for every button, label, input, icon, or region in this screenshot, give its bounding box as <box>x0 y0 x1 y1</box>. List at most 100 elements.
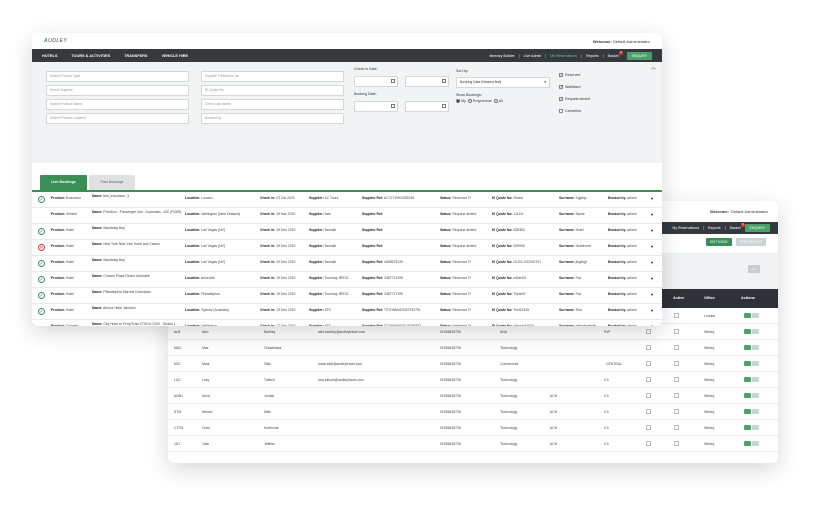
check-in-to-input[interactable] <box>405 76 449 87</box>
table-row[interactable]: MAC Max Chkalmada 01993838705 Technology Witn… <box>168 340 778 356</box>
table-row[interactable]: ALB Alex Barkley alex.barkley@audleytravel.… <box>168 324 778 340</box>
nav-item[interactable]: HOTELS <box>42 54 57 58</box>
edit-icon[interactable] <box>744 393 751 398</box>
row-checkbox[interactable] <box>646 377 651 382</box>
expand-row-icon[interactable]: ▼ <box>650 212 654 217</box>
nav-reports[interactable]: Reports <box>704 226 726 230</box>
radio-my[interactable] <box>456 99 460 104</box>
row-checkbox[interactable] <box>646 409 651 414</box>
booking-row[interactable]: ✓ Product: Hotel Name: Amora Hotel Jamison… <box>32 304 662 320</box>
nav-itinerary-builder[interactable]: Itinerary Builder <box>485 53 520 58</box>
edit-icon[interactable] <box>744 441 751 446</box>
active-checkbox[interactable] <box>674 361 679 366</box>
expand-row-icon[interactable]: ▼ <box>650 244 654 249</box>
product-location-select[interactable]: Select Product Location <box>46 113 189 124</box>
expand-row-icon[interactable]: ▼ <box>650 260 654 265</box>
edit-icon[interactable] <box>744 361 751 366</box>
check-in-from-input[interactable] <box>354 76 398 87</box>
supplier-ref-input[interactable]: Supplier Reference No <box>201 71 344 82</box>
collapse-up-icon[interactable]: ︽ <box>651 64 656 71</box>
audley-logo[interactable]: AUDLEY <box>44 38 67 44</box>
active-checkbox[interactable] <box>674 409 679 414</box>
quote-no-input[interactable]: EI Quote No <box>201 85 344 96</box>
refresh-icon[interactable]: ⟳ <box>468 323 471 326</box>
row-checkbox[interactable] <box>646 393 651 398</box>
booking-row[interactable]: Product: Vehicle Name: Premium - Passenge… <box>32 208 662 224</box>
table-row[interactable]: CTSN Chris Northcote 01993838705 Technology A… <box>168 420 778 436</box>
nav-item[interactable]: VEHICLE HIRE <box>161 54 188 58</box>
booking-to-input[interactable] <box>405 101 449 112</box>
table-row[interactable]: MZI Mark Zikki mark.zikki@audleytravel.com 0… <box>168 356 778 372</box>
refresh-icon[interactable]: ⟳ <box>468 291 471 296</box>
delete-icon[interactable] <box>752 425 759 430</box>
booking-from-input[interactable] <box>354 101 398 112</box>
request-denied-checkbox[interactable] <box>559 96 563 101</box>
product-type-select[interactable]: Select Product Type <box>46 71 189 82</box>
booking-row[interactable]: ✓ Product: Excursion Name: test_excursion_… <box>32 192 662 208</box>
radio-programme[interactable] <box>467 99 472 104</box>
tab-past-bookings[interactable]: Past Bookings <box>89 175 135 190</box>
table-row[interactable]: STM Steven Mills 01993838705 Technology ACH CS… <box>168 404 778 420</box>
enquiry-button[interactable]: ENQUIRY <box>744 224 770 232</box>
active-checkbox[interactable] <box>674 393 679 398</box>
row-checkbox[interactable] <box>646 441 651 446</box>
edit-icon[interactable] <box>744 377 751 382</box>
delete-icon[interactable] <box>752 345 759 350</box>
expand-row-icon[interactable]: ▼ <box>650 196 654 201</box>
expand-row-icon[interactable]: ▼ <box>650 228 654 233</box>
calendar-icon[interactable] <box>391 104 395 108</box>
delete-icon[interactable] <box>752 393 759 398</box>
table-row[interactable]: LUC Lucy Tulloch lucy.tulloch@audleytravel.… <box>168 372 778 388</box>
edit-mode-button[interactable]: EDIT MODE <box>705 238 732 246</box>
enquiry-button[interactable]: ENQUIRY <box>626 51 652 60</box>
delete-icon[interactable] <box>752 361 759 366</box>
nav-live-admin[interactable]: Live Admin <box>520 53 547 58</box>
active-checkbox[interactable] <box>674 425 679 430</box>
booking-row[interactable]: Product: Transfer Name: City Hotel to Fer… <box>32 320 662 326</box>
refresh-icon[interactable]: ⟳ <box>468 259 471 264</box>
table-row[interactable]: ANNJ Anna Jordan 01993838705 Technology ACH CS… <box>168 388 778 404</box>
edit-icon[interactable] <box>744 425 751 430</box>
calendar-icon[interactable] <box>442 79 446 83</box>
booking-row[interactable]: ✓ Product: Hotel Name: Mandalay Bay Locatio… <box>32 224 662 240</box>
row-checkbox[interactable] <box>646 361 651 366</box>
refresh-icon[interactable]: ⟳ <box>468 195 471 200</box>
calendar-icon[interactable] <box>442 104 446 108</box>
nav-reports[interactable]: Reports <box>582 53 604 58</box>
row-checkbox[interactable] <box>646 345 651 350</box>
nav-basket[interactable]: Basket 0 <box>726 223 745 230</box>
active-checkbox[interactable] <box>674 377 679 382</box>
booked-by-input[interactable]: Booked By <box>201 113 344 124</box>
edit-icon[interactable] <box>744 409 751 414</box>
tab-live-bookings[interactable]: Live Bookings <box>40 175 87 190</box>
stop-editing-button[interactable]: STOP EDITING <box>735 238 766 246</box>
nav-my-reservations[interactable]: My Reservations <box>668 226 705 230</box>
nav-item[interactable]: TOURS & ACTIVITIES <box>71 54 110 58</box>
expand-row-icon[interactable]: ▼ <box>650 292 654 297</box>
edit-icon[interactable] <box>744 345 751 350</box>
refresh-icon[interactable]: ⟳ <box>468 275 471 280</box>
nav-basket[interactable]: Basket 0 <box>604 50 623 58</box>
radio-all[interactable] <box>493 99 498 104</box>
delete-icon[interactable] <box>752 313 759 318</box>
col-office[interactable]: Office <box>704 296 715 300</box>
client-last-name-input[interactable]: Client Last Name <box>201 99 344 110</box>
nav-my-reservations[interactable]: My Reservations <box>546 53 583 58</box>
active-checkbox[interactable] <box>674 441 679 446</box>
cancelled-checkbox[interactable] <box>559 109 563 113</box>
waitlisted-checkbox[interactable] <box>559 84 563 89</box>
active-checkbox[interactable] <box>674 345 679 350</box>
delete-icon[interactable] <box>752 409 759 414</box>
delete-icon[interactable] <box>752 377 759 382</box>
row-checkbox[interactable] <box>646 425 651 430</box>
refresh-icon[interactable]: ⟳ <box>468 307 471 312</box>
booking-row[interactable]: ✓ Product: Hotel Name: Crowne Plaza Resort… <box>32 272 662 288</box>
delete-icon[interactable] <box>752 329 759 334</box>
reserved-checkbox[interactable] <box>559 72 563 77</box>
calendar-icon[interactable] <box>391 79 395 83</box>
expand-row-icon[interactable]: ▼ <box>650 308 654 313</box>
row-checkbox[interactable] <box>646 329 651 334</box>
booking-row[interactable]: ✓ Product: Hotel Name: Mandalay Bay Locatio… <box>32 256 662 272</box>
product-name-select[interactable]: Select Product Name <box>46 99 189 110</box>
nav-item[interactable]: TRANSFERS <box>124 54 147 58</box>
